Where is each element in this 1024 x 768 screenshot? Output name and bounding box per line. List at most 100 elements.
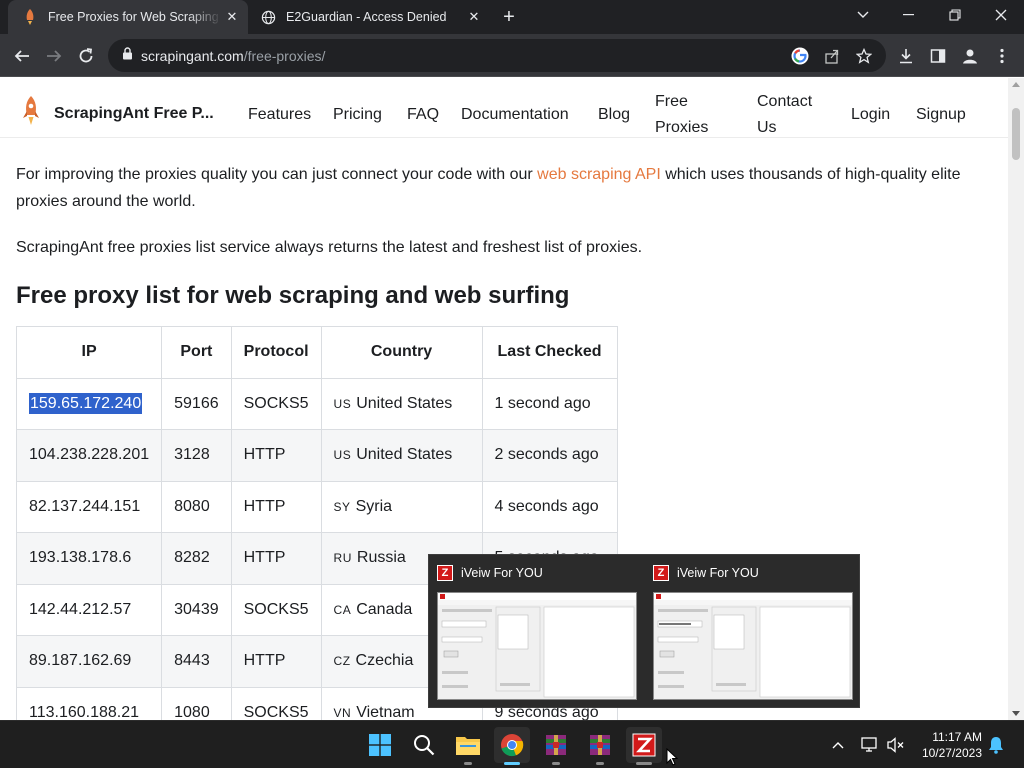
protocol-cell: SOCKS5 [230, 583, 322, 636]
download-icon[interactable] [894, 44, 918, 68]
ip-cell[interactable]: 89.187.162.69 [15, 635, 163, 688]
ip-cell[interactable]: 142.44.212.57 [15, 583, 163, 636]
country-cell: SY Syria [320, 480, 483, 533]
intro-text-start: For improving the proxies quality you ca… [16, 166, 538, 183]
country-name: United States [356, 394, 453, 412]
brand-name: ScrapingAnt Free P... [54, 104, 214, 122]
nav-pricing[interactable]: Pricing [333, 102, 382, 128]
nav-faq[interactable]: FAQ [407, 102, 439, 128]
tray-overflow-chevron-icon[interactable] [828, 735, 848, 755]
restore-icon[interactable] [932, 0, 978, 30]
share-icon[interactable] [822, 46, 842, 66]
close-window-icon[interactable] [978, 0, 1024, 30]
lock-icon[interactable] [122, 46, 133, 65]
volume-muted-icon[interactable] [886, 735, 906, 755]
app-z-icon: Z [437, 565, 453, 581]
nav-documentation[interactable]: Documentation [461, 102, 569, 128]
tab-search-chevron-icon[interactable] [840, 0, 886, 30]
country-name: Canada [356, 600, 413, 618]
port-cell: 3128 [161, 429, 232, 482]
rocket-logo-icon [22, 96, 40, 131]
nav-contact-us[interactable]: Contact Us [757, 89, 812, 141]
back-arrow-icon[interactable] [8, 42, 36, 70]
search-icon[interactable] [406, 727, 442, 763]
iveiw-app-z-icon[interactable] [626, 727, 662, 765]
country-code-flag: US [333, 448, 352, 463]
start-windows-icon[interactable] [362, 727, 398, 763]
country-cell: US United States [320, 429, 483, 482]
side-panel-icon[interactable] [926, 44, 950, 68]
ip-cell[interactable]: 104.238.228.201 [15, 429, 163, 482]
reload-icon[interactable] [72, 42, 100, 70]
brand-link[interactable]: ScrapingAnt Free P... [22, 96, 214, 131]
ip-cell[interactable]: 113.160.188.21 [15, 686, 163, 720]
nav-blog[interactable]: Blog [598, 102, 630, 128]
web-scraping-api-link[interactable]: web scraping API [537, 166, 661, 183]
winrar-icon[interactable] [538, 727, 574, 765]
tab-e2guardian[interactable]: E2Guardian - Access Denied ✕ [250, 0, 490, 34]
browser-toolbar: scrapingant.com/free-proxies/ [0, 34, 1024, 77]
new-tab-plus-icon[interactable]: + [498, 6, 520, 28]
port-cell: 8443 [161, 635, 232, 688]
bookmark-star-icon[interactable] [854, 46, 874, 66]
country-code-flag: US [333, 396, 352, 411]
ip-cell[interactable]: 193.138.178.6 [15, 532, 163, 585]
url-path: /free-proxies/ [243, 47, 326, 64]
mouse-cursor-icon [666, 747, 679, 768]
tab-scrapingant[interactable]: Free Proxies for Web Scraping | S ✕ [8, 0, 248, 34]
selected-ip-text[interactable]: 159.65.172.240 [29, 392, 143, 414]
google-lens-icon[interactable] [790, 46, 810, 66]
window-preview-title: iVeiw For YOU [677, 566, 759, 580]
profile-avatar-icon[interactable] [958, 44, 982, 68]
scroll-down-arrow-icon[interactable] [1012, 711, 1020, 716]
country-name: Czechia [355, 652, 414, 670]
forward-arrow-icon[interactable] [40, 42, 68, 70]
nav-free-proxies[interactable]: Free Proxies [655, 89, 708, 141]
intro-paragraph: For improving the proxies quality you ca… [16, 161, 991, 215]
country-code-flag: SY [333, 499, 351, 514]
ip-cell[interactable]: 82.137.244.151 [15, 480, 163, 533]
port-cell: 59166 [161, 377, 232, 430]
col-header-country: Country [320, 326, 483, 379]
nav-free-proxies-line2: Proxies [655, 119, 709, 136]
system-clock[interactable]: 11:17 AM 10/27/2023 [912, 729, 982, 761]
winrar-icon[interactable] [582, 727, 618, 765]
address-bar[interactable]: scrapingant.com/free-proxies/ [108, 39, 886, 72]
nav-contact-line2: Us [757, 119, 777, 136]
last-checked-cell: 2 seconds ago [481, 429, 618, 482]
menu-kebab-icon[interactable] [990, 44, 1014, 68]
country-name: Syria [355, 497, 393, 515]
chrome-taskbar-icon[interactable] [494, 727, 530, 765]
proxy-list-heading: Free proxy list for web scraping and web… [16, 282, 570, 309]
table-row: 159.65.172.240 59166 SOCKS5 US United States… [15, 377, 618, 430]
port-cell: 8282 [161, 532, 232, 585]
window-preview-2[interactable]: Z iVeiw For YOU [645, 555, 861, 709]
col-header-port: Port [161, 326, 232, 379]
country-code-flag: RU [333, 551, 352, 566]
window-preview-1[interactable]: Z iVeiw For YOU [429, 555, 645, 709]
clock-date: 10/27/2023 [921, 746, 982, 760]
app-z-icon: Z [653, 565, 669, 581]
protocol-cell: HTTP [230, 635, 322, 688]
page-scrollbar[interactable] [1008, 78, 1024, 720]
minimize-icon[interactable] [886, 0, 932, 30]
nav-login[interactable]: Login [851, 102, 890, 128]
scrollbar-thumb[interactable] [1012, 108, 1020, 160]
tab-close-icon[interactable]: ✕ [464, 7, 484, 27]
protocol-cell: HTTP [230, 429, 322, 482]
protocol-cell: SOCKS5 [230, 686, 322, 720]
country-code-flag: CA [333, 602, 352, 617]
col-header-protocol: Protocol [230, 326, 322, 379]
col-header-last-checked: Last Checked [481, 326, 618, 379]
site-navbar: ScrapingAnt Free P... Features Pricing F… [0, 78, 1008, 138]
file-explorer-icon[interactable] [450, 727, 486, 765]
table-row: 82.137.244.151 8080 HTTP SY Syria 4 seconds a… [15, 480, 618, 533]
nav-features[interactable]: Features [248, 102, 311, 128]
notification-bell-icon[interactable] [986, 735, 1006, 755]
nav-signup[interactable]: Signup [916, 102, 966, 128]
ip-cell: 159.65.172.240 [15, 377, 163, 430]
window-preview-thumbnail [653, 592, 853, 700]
network-icon[interactable] [860, 735, 880, 755]
tab-close-icon[interactable]: ✕ [222, 7, 242, 27]
scroll-up-arrow-icon[interactable] [1012, 82, 1020, 87]
